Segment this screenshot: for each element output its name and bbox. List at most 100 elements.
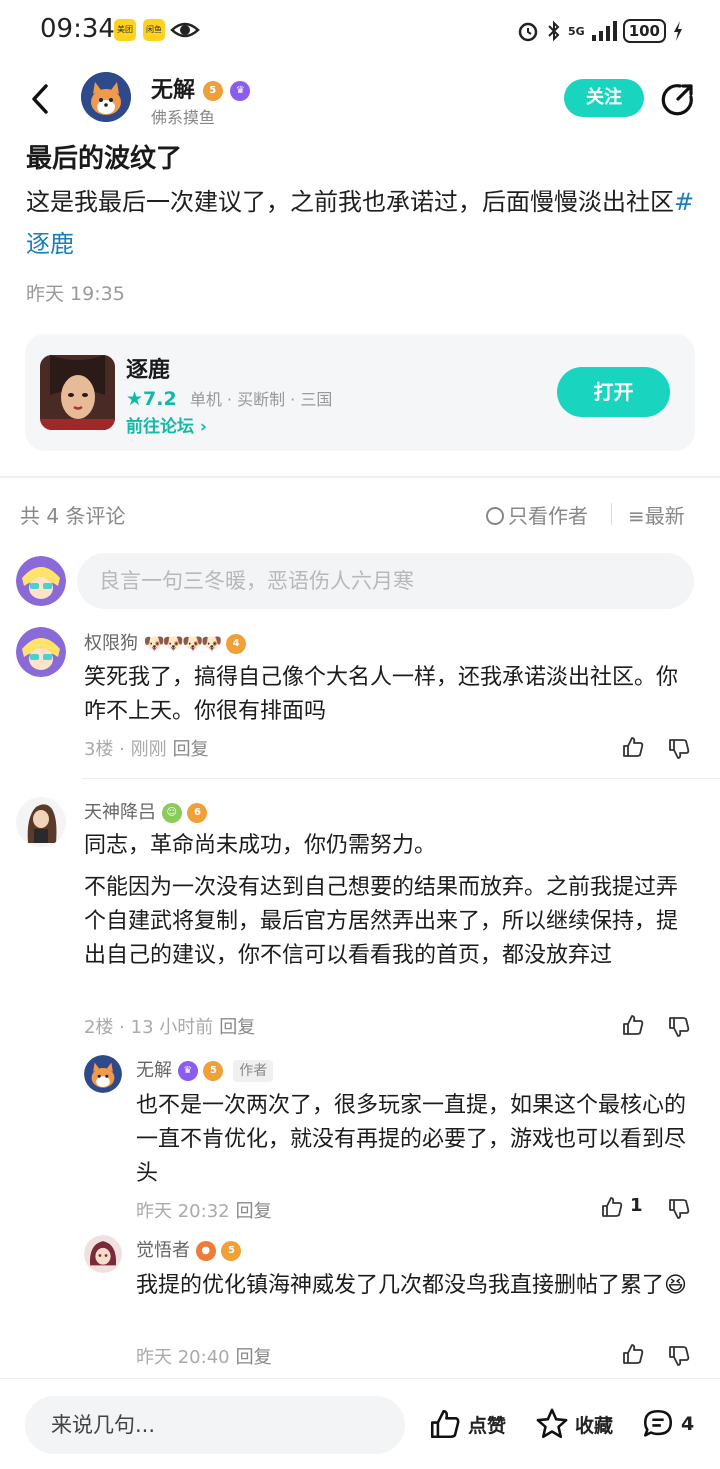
status-bar: 09:34 美团 闲鱼 5G 100	[0, 0, 720, 62]
thumbs-up-icon	[430, 1409, 460, 1439]
comment-input[interactable]: 良言一句三冬暖，恶语伤人六月寒	[77, 553, 694, 609]
section-divider	[0, 476, 720, 478]
say-something-input[interactable]: 来说几句...	[25, 1396, 405, 1454]
favorite-label: 收藏	[575, 1414, 614, 1437]
comment-count-label: 4	[681, 1413, 695, 1435]
only-author-toggle[interactable]: 只看作者	[486, 500, 588, 529]
like-button[interactable]: 点赞	[428, 1407, 506, 1441]
level-badge-icon: 5	[203, 1061, 224, 1081]
battery-indicator: 100	[622, 19, 666, 43]
replier-avatar[interactable]	[84, 1055, 122, 1093]
game-name: 逐鹿	[126, 358, 171, 383]
comment-text-line2: 不能因为一次没有达到自己想要的结果而放弃。之前我提过弄个自建武将复制，最后官方居…	[84, 875, 679, 968]
comment-bubble-icon	[643, 1409, 673, 1437]
game-card[interactable]: 逐鹿 ★7.2 单机 · 买断制 · 三国 前往论坛 › 打开	[25, 334, 695, 451]
replier-name: 无解	[136, 1060, 172, 1081]
replier-name: 觉悟者	[136, 1240, 190, 1261]
network-label: 5G	[568, 24, 585, 38]
game-meta: ★7.2 单机 · 买断制 · 三国	[126, 386, 332, 410]
replier-name-row[interactable]: 无解 ♛ 5 作者	[136, 1056, 274, 1082]
dog-badges-icon: 🐶🐶🐶🐶	[143, 634, 223, 654]
commenter-name: 权限狗	[84, 633, 138, 654]
trophy-badge-icon: ♛	[230, 81, 251, 101]
forum-link[interactable]: 前往论坛 ›	[126, 412, 207, 437]
bluetooth-icon	[548, 20, 560, 42]
post-header: 无解 5 ♛ 佛系摸鱼 关注	[0, 62, 720, 136]
back-arrow-icon[interactable]	[26, 82, 56, 116]
thumbs-up-icon[interactable]	[600, 1195, 624, 1219]
post-title: 最后的波纹了	[26, 144, 183, 174]
commenter-name: 天神降吕	[84, 802, 156, 823]
reply-text: 也不是一次两次了，很多玩家一直提，如果这个最核心的一直不肯优化，就没有再提的必要…	[136, 1093, 687, 1186]
thumbs-down-icon[interactable]	[667, 737, 691, 761]
post-body: 这是我最后一次建议了，之前我也承诺过，后面慢慢淡出社区#逐鹿	[26, 181, 696, 265]
comment-button[interactable]: 4	[641, 1407, 694, 1441]
comment-input-row: 良言一句三冬暖，恶语伤人六月寒	[0, 553, 720, 609]
game-tags: 单机 · 买断制 · 三国	[189, 390, 333, 409]
reply-text-content: 我提的优化镇海神威发了几次都没鸟我直接删帖了累了	[136, 1273, 665, 1298]
only-author-label: 只看作者	[508, 504, 588, 528]
commenter-avatar[interactable]	[16, 797, 66, 847]
thumbs-down-icon[interactable]	[667, 1344, 691, 1368]
comment-meta: 2楼 · 13 小时前 回复	[84, 1017, 256, 1038]
signal-icon	[591, 21, 617, 41]
level-badge-icon: 6	[187, 803, 208, 823]
thumbs-down-icon[interactable]	[667, 1015, 691, 1039]
my-avatar[interactable]	[16, 556, 66, 606]
avatar-badge-icon: ☺	[161, 803, 182, 823]
sort-button[interactable]: ≡最新	[628, 500, 685, 529]
radio-icon	[486, 507, 504, 525]
eye-icon	[170, 22, 200, 38]
reply-button[interactable]: 回复	[173, 739, 209, 760]
bottom-bar: 来说几句... 点赞 收藏 4	[0, 1378, 720, 1469]
meituan-app-icon: 美团	[114, 19, 136, 41]
post-text: 这是我最后一次建议了，之前我也承诺过，后面慢慢淡出社区	[26, 188, 674, 216]
game-rating: 7.2	[143, 388, 177, 410]
reply-button[interactable]: 回复	[236, 1201, 272, 1222]
commenter-name-row[interactable]: 天神降吕 ☺ 6	[84, 798, 208, 824]
share-icon[interactable]	[661, 82, 695, 116]
comment-count: 共 4 条评论	[20, 504, 126, 528]
author-name-row[interactable]: 无解 5 ♛	[151, 72, 251, 104]
level-badge-icon: 4	[226, 634, 247, 654]
status-time: 09:34	[40, 14, 115, 44]
reply-meta: 昨天 20:40 回复	[136, 1343, 272, 1369]
xianyu-app-icon: 闲鱼	[143, 19, 165, 41]
comments-header: 共 4 条评论 只看作者 ≡最新	[0, 495, 720, 531]
replier-name-row[interactable]: 觉悟者 ● 5	[136, 1236, 242, 1262]
sort-label: 最新	[644, 504, 685, 528]
star-icon	[536, 1408, 568, 1439]
thumbs-up-icon[interactable]	[621, 1342, 645, 1366]
author-tag: 作者	[233, 1060, 274, 1082]
favorite-button[interactable]: 收藏	[535, 1407, 613, 1441]
post-time: 昨天 19:35	[26, 283, 125, 305]
like-count: 1	[630, 1195, 643, 1216]
comment-meta: 3楼 · 刚刚 回复	[84, 739, 209, 760]
thumbs-up-icon[interactable]	[621, 1013, 645, 1037]
thumbs-up-icon[interactable]	[621, 735, 645, 759]
forum-link-label: 前往论坛	[126, 417, 194, 437]
game-icon[interactable]	[40, 355, 115, 430]
reply-text: 我提的优化镇海神威发了几次都没鸟我直接删帖了累了😆	[136, 1269, 692, 1303]
thumbs-down-icon[interactable]	[667, 1197, 691, 1221]
open-game-button[interactable]: 打开	[557, 367, 670, 417]
commenter-name-row[interactable]: 权限狗 🐶🐶🐶🐶 4	[84, 629, 247, 655]
commenter-avatar[interactable]	[16, 627, 66, 677]
comment-floor: 2楼	[84, 1017, 114, 1038]
reply-meta: 昨天 20:32 回复	[136, 1197, 272, 1223]
author-avatar[interactable]	[81, 72, 131, 122]
follow-button[interactable]: 关注	[564, 79, 644, 117]
author-name: 无解	[151, 78, 196, 103]
reply-button[interactable]: 回复	[219, 1017, 255, 1038]
reply-time: 昨天 20:40	[136, 1347, 230, 1368]
comment-text-line1: 同志，革命尚未成功，你仍需努力。	[84, 833, 437, 858]
laughing-emoji-icon: 😆	[664, 1273, 687, 1298]
comment-separator	[82, 778, 720, 779]
bear-badge-icon: ●	[195, 1241, 216, 1261]
replier-avatar[interactable]	[84, 1235, 122, 1273]
reply-button[interactable]: 回复	[236, 1347, 272, 1368]
level-badge-icon: 5	[202, 81, 223, 101]
star-icon: ★	[126, 388, 144, 410]
comment-time: 刚刚	[130, 739, 167, 760]
alarm-icon	[518, 22, 538, 42]
